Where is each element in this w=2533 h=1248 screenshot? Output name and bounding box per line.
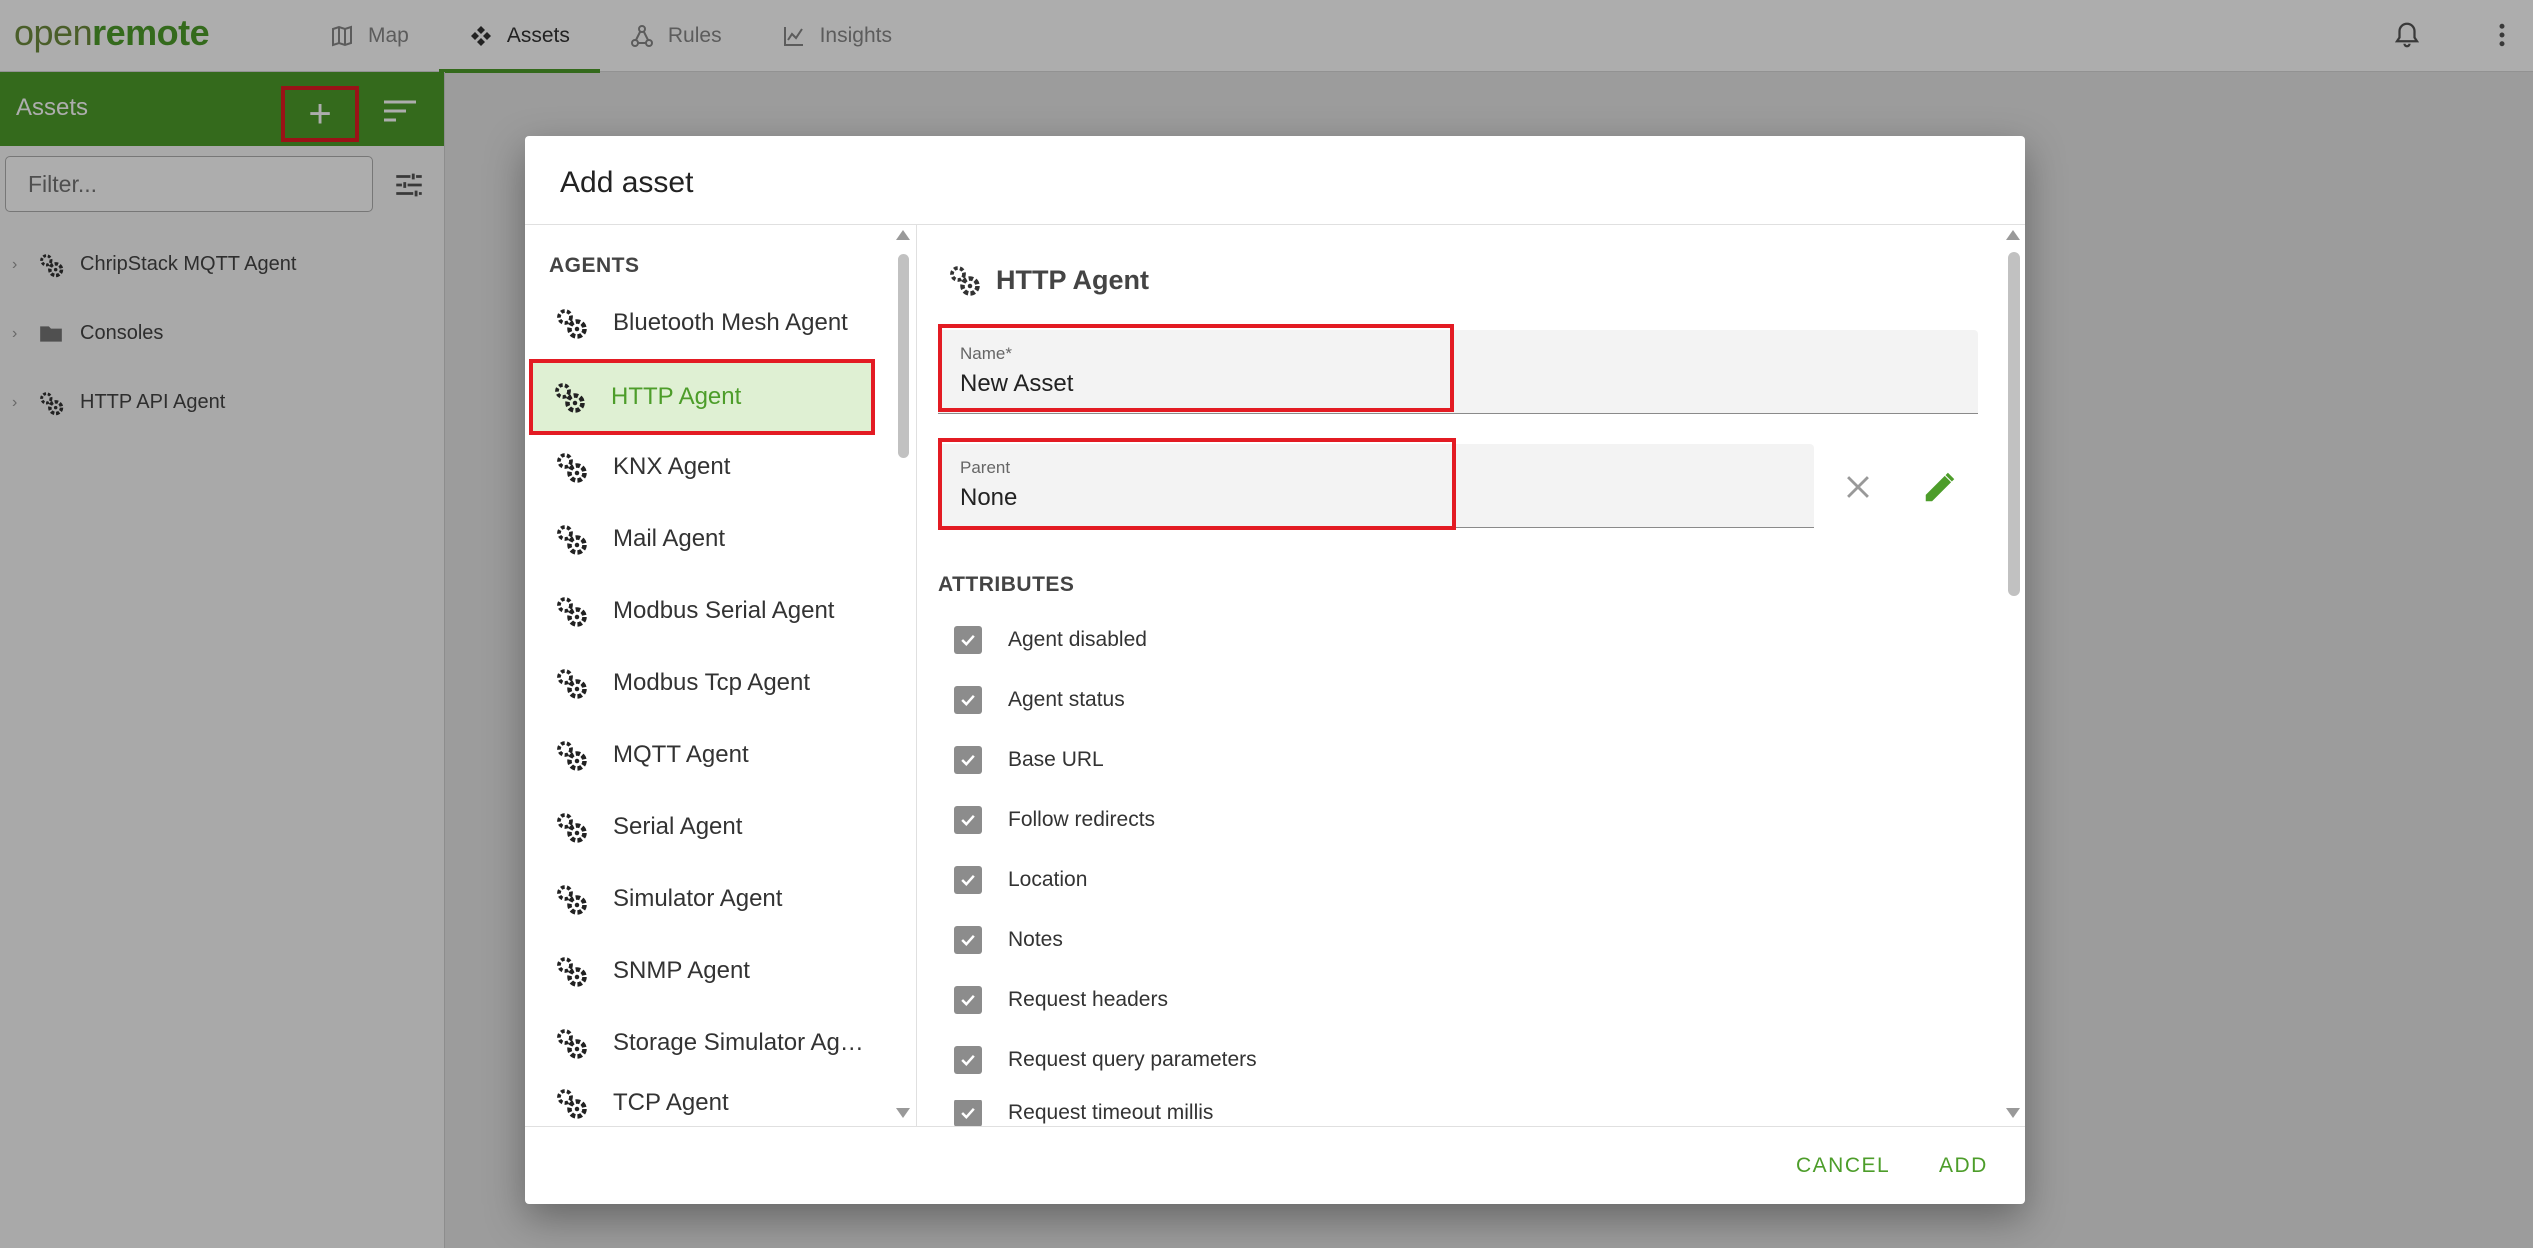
scroll-up-arrow-icon[interactable] [2006,230,2020,240]
asset-type-item[interactable]: HTTP Agent [529,359,875,435]
name-field-value[interactable]: New Asset [960,370,1073,398]
agent-gears-icon [557,525,587,555]
asset-type-label: Modbus Tcp Agent [613,669,811,696]
attribute-label: Base URL [1008,748,1104,771]
attribute-label: Location [1008,868,1088,891]
selected-type-heading: HTTP Agent [946,262,1149,298]
attribute-checkbox[interactable] [954,626,982,654]
scroll-up-arrow-icon[interactable] [896,230,910,240]
agent-gears-icon [557,741,587,771]
asset-type-label: KNX Agent [613,453,731,480]
name-field-label: Name* [960,344,1012,363]
attribute-row: Notes [954,920,1063,960]
asset-type-label: Modbus Serial Agent [613,597,835,624]
asset-type-label: Bluetooth Mesh Agent [613,309,848,336]
attribute-row: Request headers [954,980,1168,1020]
agent-gears-icon [557,1088,587,1119]
attribute-checkbox[interactable] [954,926,982,954]
attribute-checkbox[interactable] [954,746,982,774]
asset-type-item[interactable]: TCP Agent [531,1079,891,1126]
dialog-divider [525,1126,2025,1127]
attribute-row: Location [954,860,1087,900]
asset-type-item[interactable]: Modbus Tcp Agent [531,647,891,719]
agent-gears-icon [557,453,587,483]
attribute-label: Request query parameters [1008,1048,1257,1071]
attribute-label: Follow redirects [1008,808,1156,831]
asset-type-item[interactable]: Mail Agent [531,503,891,575]
agent-gears-icon [557,957,587,987]
clear-parent-icon[interactable] [1841,470,1875,504]
check-icon [961,1107,975,1119]
scrollbar-thumb[interactable] [898,254,909,458]
attribute-row: Request query parameters [954,1040,1257,1080]
asset-type-item[interactable]: Bluetooth Mesh Agent [531,287,891,359]
parent-field-value[interactable]: None [960,484,1017,512]
agent-gears-icon [555,383,585,413]
agent-gears-icon [557,309,587,339]
check-icon [961,694,975,706]
attribute-label: Agent disabled [1008,628,1147,651]
attribute-checkbox[interactable] [954,806,982,834]
agents-section-label: AGENTS [549,254,640,277]
attribute-row: Base URL [954,740,1104,780]
check-icon [961,934,975,946]
parent-field[interactable]: Parent None [938,444,1814,528]
attribute-row: Request timeout millis [954,1100,1213,1126]
asset-type-label: Simulator Agent [613,885,783,912]
asset-type-label: MQTT Agent [613,741,749,768]
attribute-label: Request timeout millis [1008,1101,1214,1124]
agent-gears-icon [950,266,980,296]
asset-type-item[interactable]: SNMP Agent [531,935,891,1007]
attributes-section-label: ATTRIBUTES [938,573,1075,596]
check-icon [961,634,975,646]
asset-type-label: Serial Agent [613,813,743,840]
asset-type-label: Storage Simulator Ag… [613,1029,864,1056]
scrollbar-thumb[interactable] [2008,252,2020,596]
agent-gears-icon [557,597,587,627]
check-icon [961,874,975,886]
attribute-checkbox[interactable] [954,866,982,894]
scroll-down-arrow-icon[interactable] [2006,1108,2020,1118]
attribute-checkbox[interactable] [954,1046,982,1074]
asset-type-label: TCP Agent [613,1088,729,1116]
attribute-checkbox[interactable] [954,686,982,714]
asset-type-item[interactable]: MQTT Agent [531,719,891,791]
asset-type-item[interactable]: Modbus Serial Agent [531,575,891,647]
check-icon [961,814,975,826]
edit-parent-pencil-icon[interactable] [1921,468,1959,506]
asset-type-label: Mail Agent [613,525,726,552]
agent-gears-icon [557,1029,587,1059]
attribute-checkbox[interactable] [954,986,982,1014]
attribute-row: Agent disabled [954,620,1147,660]
check-icon [961,754,975,766]
add-button[interactable]: ADD [1939,1154,1988,1178]
scroll-down-arrow-icon[interactable] [896,1108,910,1118]
attribute-label: Notes [1008,928,1063,951]
name-field[interactable]: Name* New Asset [938,330,1978,414]
attribute-row: Follow redirects [954,800,1155,840]
asset-type-item[interactable]: Serial Agent [531,791,891,863]
check-icon [961,994,975,1006]
check-icon [961,1054,975,1066]
selected-type-label: HTTP Agent [996,264,1149,295]
cancel-button[interactable]: CANCEL [1796,1154,1890,1178]
agent-gears-icon [557,885,587,915]
attribute-row: Agent status [954,680,1125,720]
asset-type-label: HTTP Agent [611,383,742,410]
attribute-label: Request headers [1008,988,1168,1011]
asset-type-item[interactable]: Simulator Agent [531,863,891,935]
asset-type-label: SNMP Agent [613,957,750,984]
agent-gears-icon [557,669,587,699]
asset-type-item[interactable]: Storage Simulator Ag… [531,1007,891,1079]
attribute-label: Agent status [1008,688,1125,711]
attribute-checkbox[interactable] [954,1100,982,1126]
agent-gears-icon [557,813,587,843]
dialog-title: Add asset [560,166,694,199]
parent-field-label: Parent [960,458,1011,477]
asset-type-item[interactable]: KNX Agent [531,431,891,503]
